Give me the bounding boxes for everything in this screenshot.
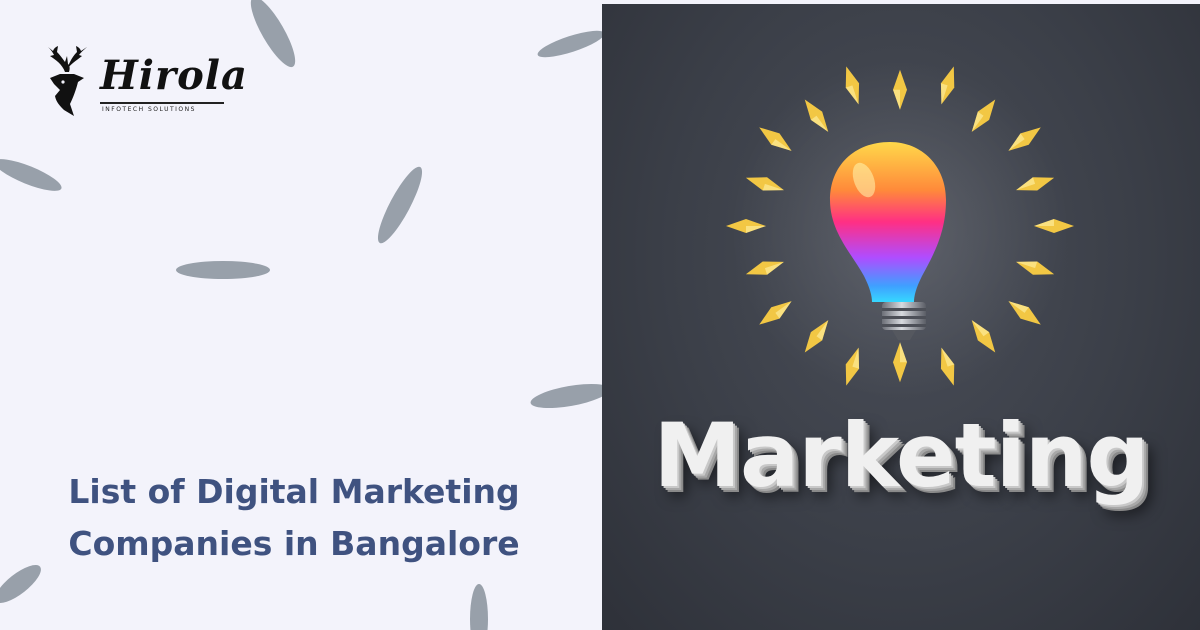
decorative-blob xyxy=(528,379,602,413)
left-panel: Hirola INFOTECH SOLUTIONS List of Digita… xyxy=(0,0,602,630)
stag-head-icon xyxy=(48,46,87,116)
decorative-blob xyxy=(243,0,303,73)
hero-image: Marketing xyxy=(602,4,1200,630)
title-line-2: Companies in Bangalore xyxy=(68,524,520,563)
title-line-1: List of Digital Marketing xyxy=(68,472,520,511)
decorative-blob xyxy=(0,153,65,197)
decorative-blob xyxy=(370,162,430,248)
hero-illustration xyxy=(726,59,1074,399)
hero-word: Marketing xyxy=(653,404,1149,507)
brand-name: Hirola xyxy=(100,52,248,99)
decorative-blob xyxy=(535,25,602,63)
brand-divider xyxy=(100,102,224,104)
brand-logo[interactable]: Hirola INFOTECH SOLUTIONS xyxy=(40,44,247,124)
decorative-blob xyxy=(470,584,488,630)
page-title: List of Digital Marketing Companies in B… xyxy=(44,466,544,570)
brand-tagline: INFOTECH SOLUTIONS xyxy=(102,106,196,113)
decorative-blob xyxy=(0,558,47,610)
decorative-blob xyxy=(176,261,270,279)
